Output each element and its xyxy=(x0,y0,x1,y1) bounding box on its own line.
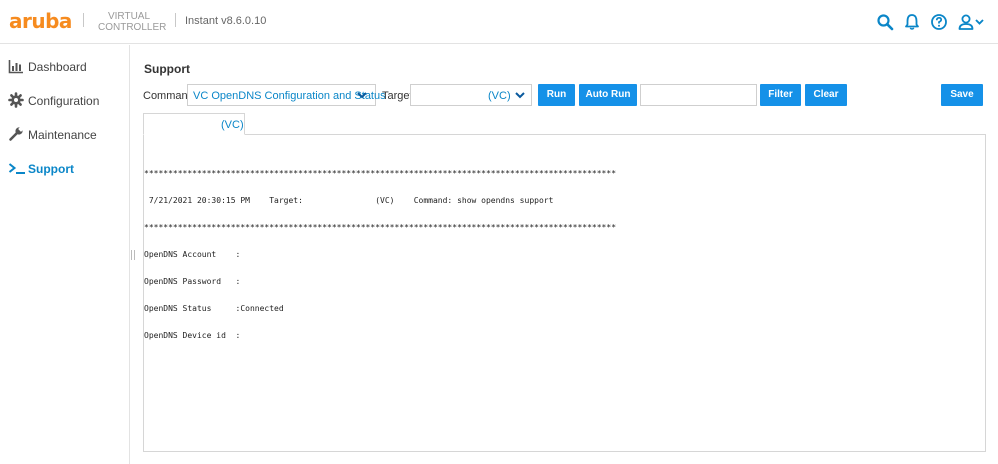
filter-input[interactable] xyxy=(640,84,757,106)
sidebar-item-configuration[interactable]: Configuration xyxy=(0,89,130,113)
output-header: 7/21/2021 20:30:15 PM Target: (VC) Comma… xyxy=(144,196,554,205)
help-icon[interactable] xyxy=(930,13,948,31)
user-menu-icon[interactable] xyxy=(958,13,986,31)
bell-icon[interactable] xyxy=(903,13,921,31)
output-rule: ****************************************… xyxy=(144,223,617,232)
header-divider xyxy=(175,13,176,27)
save-button[interactable]: Save xyxy=(941,84,983,106)
tab-label: (VC) xyxy=(221,119,244,131)
auto-run-button[interactable]: Auto Run xyxy=(579,84,637,106)
filter-button[interactable]: Filter xyxy=(760,84,801,106)
output-line: OpenDNS Account : xyxy=(144,250,241,259)
gear-icon xyxy=(8,92,24,108)
sidebar-item-label: Support xyxy=(28,162,74,176)
output-line: OpenDNS Password : xyxy=(144,277,241,286)
tab-vc[interactable]: (VC) xyxy=(143,113,245,135)
chart-icon xyxy=(8,60,23,74)
run-button[interactable]: Run xyxy=(538,84,575,106)
output-line: OpenDNS Status :Connected xyxy=(144,304,284,313)
target-select-value: (VC) xyxy=(488,90,511,102)
chevron-down-icon xyxy=(357,92,367,99)
product-name: VIRTUAL CONTROLLER xyxy=(98,11,167,33)
command-output: ****************************************… xyxy=(144,151,616,358)
version-label: Instant v8.6.0.10 xyxy=(185,15,267,27)
sidebar-item-label: Configuration xyxy=(28,94,100,108)
product-line-2: CONTROLLER xyxy=(98,22,167,33)
chevron-down-icon xyxy=(515,92,525,99)
sidebar-item-support[interactable]: Support xyxy=(0,157,130,181)
sidebar-item-label: Maintenance xyxy=(28,128,97,142)
output-line: OpenDNS Device id : xyxy=(144,331,241,340)
search-icon[interactable] xyxy=(876,13,894,31)
resize-handle[interactable] xyxy=(131,250,135,260)
sidebar-item-label: Dashboard xyxy=(28,60,87,74)
target-select[interactable]: (VC) xyxy=(410,84,532,106)
page-title: Support xyxy=(144,62,190,76)
top-bar: aruba VIRTUAL CONTROLLER Instant v8.6.0.… xyxy=(0,0,998,44)
clear-button[interactable]: Clear xyxy=(805,84,847,106)
aruba-logo[interactable]: aruba xyxy=(9,9,72,33)
product-line-1: VIRTUAL xyxy=(107,11,151,22)
sidebar: Dashboard Configuration Maintenance Supp… xyxy=(0,45,130,464)
command-select[interactable]: VC OpenDNS Configuration and Status xyxy=(187,84,386,106)
output-rule: ****************************************… xyxy=(144,169,617,178)
header-divider xyxy=(83,13,84,27)
wrench-icon xyxy=(9,126,24,141)
sidebar-item-maintenance[interactable]: Maintenance xyxy=(0,123,130,147)
output-panel: ****************************************… xyxy=(143,134,986,452)
sidebar-item-dashboard[interactable]: Dashboard xyxy=(0,55,130,79)
terminal-icon xyxy=(8,163,25,174)
